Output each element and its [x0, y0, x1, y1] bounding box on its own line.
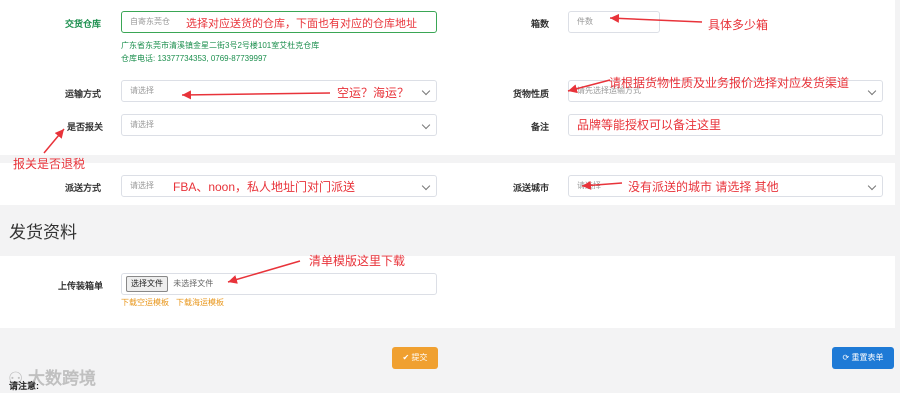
arrow-cargo-type — [567, 79, 611, 94]
arrow-delivery-city — [581, 180, 623, 190]
arrow-customs — [43, 128, 65, 154]
arrow-upload — [227, 260, 301, 284]
arrow-transport — [181, 90, 331, 100]
arrow-boxes — [609, 13, 703, 23]
annotation-arrows — [43, 13, 703, 284]
